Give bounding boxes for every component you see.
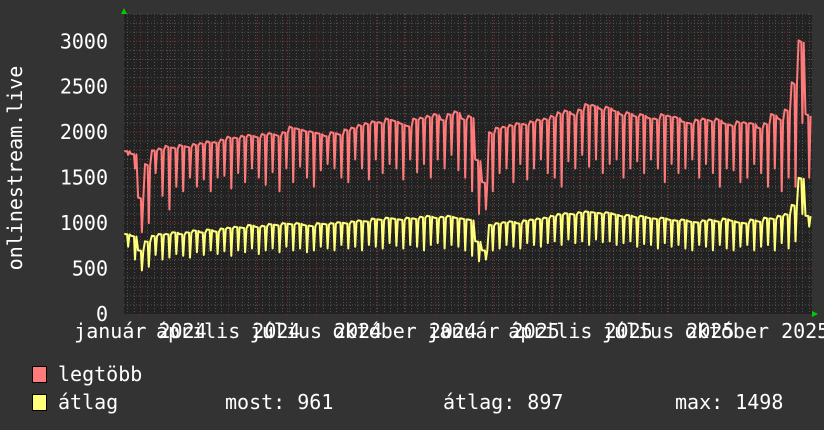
y-tick-label: 500 <box>72 257 108 281</box>
y-tick-labels: 050010001500200025003000 <box>60 29 108 326</box>
stat-current: most: 961 <box>225 390 334 414</box>
legend-swatch-atlag <box>32 394 47 411</box>
y-tick-label: 1000 <box>60 211 108 235</box>
legend-swatch-legtobb <box>32 366 47 383</box>
y-tick-label: 2000 <box>60 120 108 144</box>
x-axis-arrow-icon <box>812 311 818 317</box>
x-tick-label: október 2025 <box>685 319 824 343</box>
legend-label-legtobb: legtöbb <box>58 362 143 386</box>
y-tick-label: 1500 <box>60 166 108 190</box>
y-axis-arrow-icon <box>121 8 127 14</box>
y-tick-label: 2500 <box>60 75 108 99</box>
stat-average: átlag: 897 <box>443 390 564 414</box>
x-tick-labels: január 2024április 2024július 2024októbe… <box>74 319 824 343</box>
stat-max: max: 1498 <box>675 390 784 414</box>
legend-label-atlag: átlag <box>58 390 119 414</box>
y-axis-label: onlinestream.live <box>3 66 27 271</box>
y-tick-label: 3000 <box>60 29 108 53</box>
